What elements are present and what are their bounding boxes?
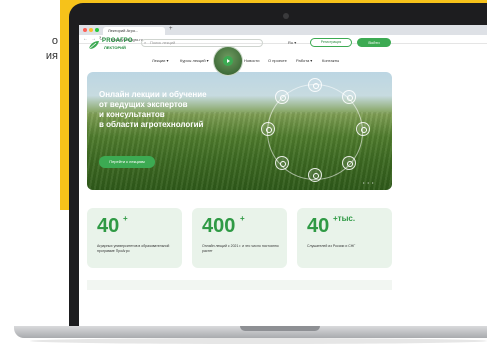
hero-title-line-3: и консультантов <box>99 110 165 119</box>
left-text-line-1: о <box>51 35 58 47</box>
leaf-icon[interactable] <box>308 168 322 182</box>
hero-banner: Онлайн лекции и обучение от ведущих эксп… <box>87 72 392 190</box>
stat-card-listeners: 40 +тыс. Слушателей из России и СНГ <box>297 208 392 268</box>
login-button[interactable]: Войти <box>357 38 391 47</box>
stat-description: Онлайн лекций с 2021 г. и это число пост… <box>202 244 279 253</box>
hero-title-line-2: от ведущих экспертов <box>99 100 188 109</box>
stat-number: 40 <box>307 215 330 237</box>
hero-cta-button[interactable]: Перейти к лекциям <box>99 156 155 168</box>
hero-title: Онлайн лекции и обучение от ведущих эксп… <box>99 90 269 130</box>
sun-icon[interactable] <box>275 156 289 170</box>
stat-number: 400 <box>202 215 236 237</box>
camera-icon <box>283 13 289 19</box>
menu-about[interactable]: О проекте <box>268 58 287 63</box>
stat-card-universities: 40 + Аграрных университетов в образовате… <box>87 208 182 268</box>
hero-title-line-4: в области агротехнологий <box>99 120 204 129</box>
stat-description: Аграрных университетов в образовательной… <box>97 244 170 253</box>
register-button[interactable]: Регистрация <box>310 38 352 47</box>
menu-news[interactable]: Новости <box>244 58 259 63</box>
browser-tabbar: Лекторий Агро... + <box>79 25 487 35</box>
gear-icon[interactable] <box>275 90 289 104</box>
stat-suffix: +тыс. <box>333 214 356 223</box>
logo-title[interactable]: PROАГРО <box>102 38 133 44</box>
play-icon[interactable] <box>223 56 233 66</box>
menu-contacts[interactable]: Контакты <box>322 58 339 63</box>
language-select[interactable]: Ru ▾ <box>288 40 296 45</box>
logo-subtitle: ЛЕКТОРИЙ <box>104 45 126 50</box>
stat-suffix: + <box>240 214 245 223</box>
laptop-notch <box>240 326 320 331</box>
browser-tab[interactable]: Лекторий Агро... <box>103 27 165 35</box>
left-text-line-2: ия <box>45 50 58 62</box>
menu-lectures[interactable]: Лекции ▾ <box>152 58 168 63</box>
search-input[interactable]: Поиск лекций <box>141 39 263 47</box>
sprout-icon[interactable] <box>308 78 322 92</box>
minimize-window-icon[interactable] <box>89 28 93 32</box>
hero-title-line-1: Онлайн лекции и обучение <box>99 90 207 99</box>
stat-description: Слушателей из России и СНГ <box>307 244 356 248</box>
maximize-window-icon[interactable] <box>95 28 99 32</box>
logo-leaf-icon[interactable] <box>88 40 100 50</box>
menu-work[interactable]: Работа ▾ <box>296 58 312 63</box>
footer-strip <box>87 280 392 290</box>
promo-stage: о ия Лекторий Агро... + ← → ↻ lektoriy.p… <box>0 0 487 346</box>
stat-suffix: + <box>123 214 128 223</box>
chart-icon[interactable] <box>261 122 275 136</box>
drop-icon[interactable] <box>342 156 356 170</box>
laptop-shadow <box>30 338 487 344</box>
stat-number: 40 <box>97 215 120 237</box>
stat-card-lectures: 400 + Онлайн лекций с 2021 г. и это числ… <box>192 208 287 268</box>
left-partial-text: о ия <box>0 34 60 64</box>
tractor-icon[interactable] <box>342 90 356 104</box>
new-tab-icon[interactable]: + <box>169 26 173 32</box>
menu-courses[interactable]: Курсы лекций ▾ <box>180 58 209 63</box>
close-window-icon[interactable] <box>83 28 87 32</box>
wheat-icon[interactable] <box>356 122 370 136</box>
hero-slider-dots[interactable]: • • • <box>363 180 374 185</box>
